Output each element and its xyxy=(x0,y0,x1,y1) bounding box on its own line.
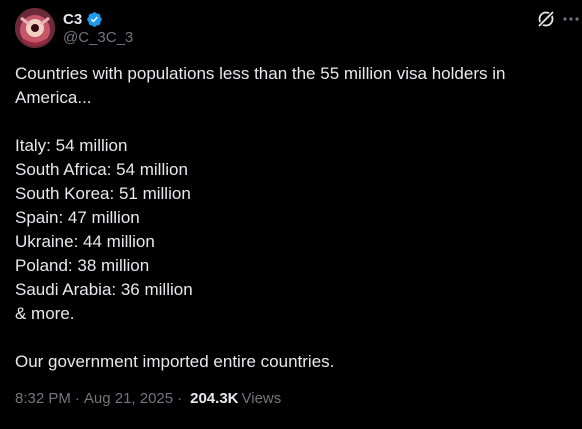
list-item: South Korea: 51 million xyxy=(15,184,191,203)
tweet-time[interactable]: 8:32 PM xyxy=(15,390,71,407)
list-item: Italy: 54 million xyxy=(15,136,128,155)
list-item: Spain: 47 million xyxy=(15,208,140,227)
verified-badge-icon xyxy=(86,11,103,28)
meta-separator: · xyxy=(74,390,80,407)
tweet-closing: Our government imported entire countries… xyxy=(15,352,335,371)
list-item: & more. xyxy=(15,304,75,323)
meta-separator: · xyxy=(177,390,183,407)
list-item: South Africa: 54 million xyxy=(15,160,188,179)
tweet-meta: 8:32 PM · Aug 21, 2025 · 204.3K Views xyxy=(15,390,281,407)
list-item: Poland: 38 million xyxy=(15,256,150,275)
views-count[interactable]: 204.3K xyxy=(190,390,238,407)
tweet-intro: Countries with populations less than the… xyxy=(15,64,506,107)
tweet-text: Countries with populations less than the… xyxy=(15,62,565,374)
more-options-icon[interactable] xyxy=(561,9,581,29)
tweet-date[interactable]: Aug 21, 2025 xyxy=(84,390,173,407)
grok-icon[interactable] xyxy=(536,9,556,29)
views-label: Views xyxy=(241,390,282,407)
handle[interactable]: @C_3C_3 xyxy=(63,29,133,46)
avatar[interactable] xyxy=(15,8,55,48)
display-name[interactable]: C3 xyxy=(63,11,82,28)
tweet: C3 @C_3C_3 Countries with populations le… xyxy=(0,0,582,429)
author-name-row: C3 xyxy=(63,9,103,29)
list-item: Saudi Arabia: 36 million xyxy=(15,280,193,299)
list-item: Ukraine: 44 million xyxy=(15,232,155,251)
